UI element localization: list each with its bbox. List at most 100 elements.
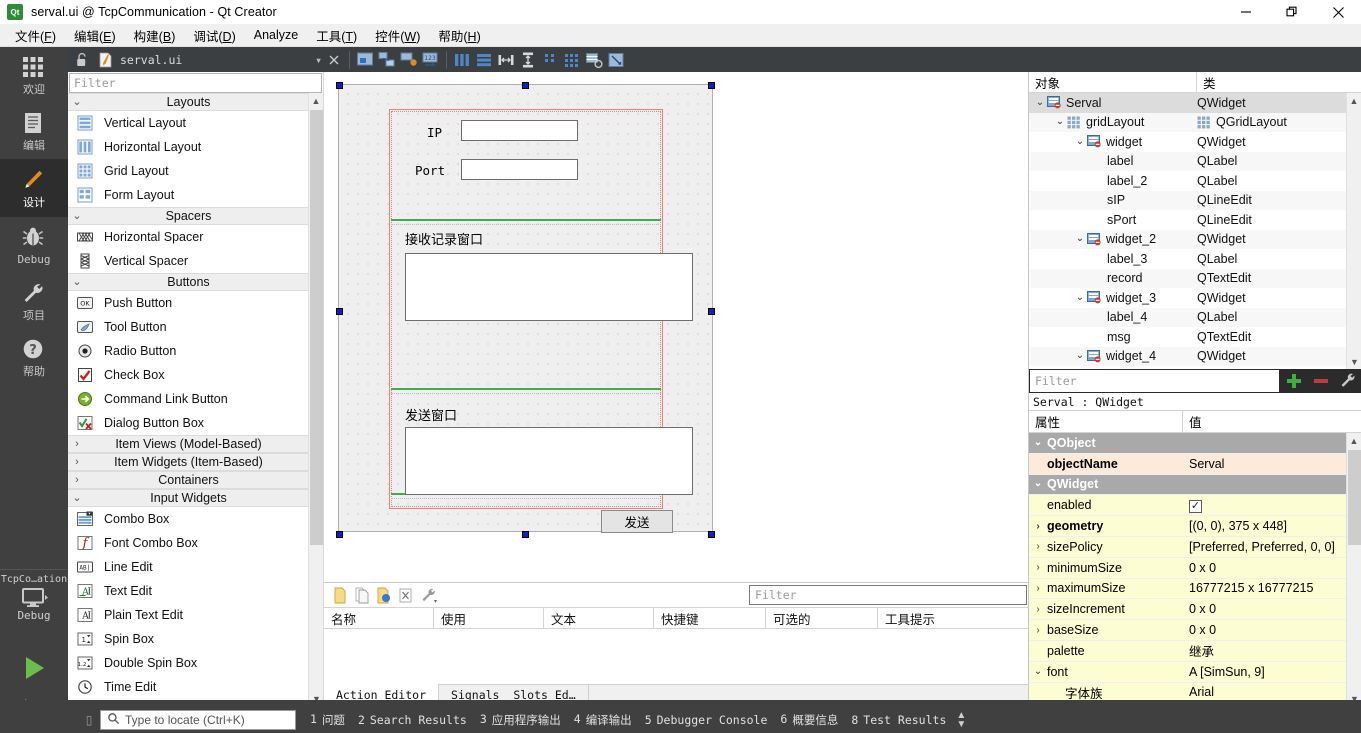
object-tree-row[interactable]: label_2 QLabel [1029, 171, 1347, 191]
property-row[interactable]: › geometry [(0, 0), 375 x 448] [1029, 516, 1347, 537]
paste-action-icon[interactable] [374, 585, 394, 605]
form-label-port[interactable]: Port [415, 163, 445, 178]
settings-icon[interactable] [418, 585, 438, 605]
output-pane-updown-icon[interactable]: ▲ ▼ [956, 710, 966, 729]
resize-handle-n[interactable] [522, 82, 529, 89]
edit-buddies-icon[interactable] [399, 50, 419, 70]
widget-item-spin-box[interactable]: 1 Spin Box [68, 627, 309, 651]
action-editor-filter-input[interactable]: Filter [749, 585, 1027, 605]
form-widget-serval[interactable]: IP Port 接收记录窗口 发送窗口 发送 [338, 84, 713, 533]
mode-edit[interactable]: 编辑 [0, 103, 68, 159]
widget-group-item-views-model-based[interactable]: › Item Views (Model-Based) [68, 435, 309, 453]
edit-tab-order-icon[interactable]: 123 [421, 50, 441, 70]
object-tree-row[interactable]: ⌄ gridLayout QGridLayout [1029, 112, 1347, 132]
object-tree-row[interactable]: record QTextEdit [1029, 268, 1347, 288]
output-pane-button[interactable]: 5 Debugger Console [645, 713, 768, 727]
property-value-cell[interactable]: Arial [1183, 685, 1347, 699]
scroll-up-icon[interactable]: ▲ [1347, 93, 1361, 108]
sidebar-toggle-icon[interactable]: ▯ [78, 713, 100, 727]
property-value-cell[interactable]: 16777215 x 16777215 [1183, 581, 1347, 595]
resize-handle-s[interactable] [522, 531, 529, 538]
resize-handle-ne[interactable] [708, 82, 715, 89]
object-tree-row[interactable]: label QLabel [1029, 151, 1347, 171]
action-column-header[interactable]: 名称 [324, 608, 434, 628]
widget-item-combo-box[interactable]: Combo Box [68, 507, 309, 531]
output-pane-button[interactable]: 4 编译输出 [574, 712, 632, 728]
form-lineedit-sport[interactable] [461, 159, 578, 180]
property-row[interactable]: ⌄ font A [SimSun, 9] [1029, 661, 1347, 683]
form-textedit-record[interactable] [405, 253, 693, 321]
object-tree-row[interactable]: sIP QLineEdit [1029, 190, 1347, 210]
column-header-class[interactable]: 类 [1197, 72, 1361, 92]
layout-splitter-vertical-icon[interactable] [518, 50, 538, 70]
object-tree-row[interactable]: sPort QLineEdit [1029, 210, 1347, 230]
layout-form-icon[interactable] [540, 50, 560, 70]
chevron-down-icon[interactable]: ⌄ [1031, 437, 1045, 447]
widget-item-push-button[interactable]: OK Push Button [68, 291, 309, 315]
chevron-down-icon[interactable]: ⌄ [1073, 234, 1087, 244]
property-row[interactable]: ⌄ QWidget [1029, 474, 1347, 496]
minimize-button[interactable] [1223, 0, 1269, 24]
widget-item-double-spin-box[interactable]: 1.2 Double Spin Box [68, 651, 309, 675]
layout-horizontal-icon[interactable] [452, 50, 472, 70]
menu-w[interactable]: 控件(W) [366, 24, 429, 47]
widget-group-layouts[interactable]: ⌄ Layouts [68, 93, 309, 111]
enabled-checkbox[interactable]: ✓ [1189, 499, 1202, 513]
copy-action-icon[interactable] [352, 585, 372, 605]
widget-group-spacers[interactable]: ⌄ Spacers [68, 207, 309, 225]
property-value-cell[interactable]: 0 x 0 [1183, 602, 1347, 616]
widget-item-time-edit[interactable]: Time Edit [68, 675, 309, 699]
action-editor-list[interactable] [324, 629, 1028, 684]
chevron-right-icon[interactable]: › [1031, 604, 1045, 615]
property-value-cell[interactable]: 0 x 0 [1183, 561, 1347, 575]
object-tree-row[interactable]: ⌄ widget_3 QWidget [1029, 288, 1347, 308]
scrollbar-thumb[interactable] [310, 110, 323, 545]
property-value-cell[interactable]: A [SimSun, 9] [1183, 665, 1347, 679]
new-action-icon[interactable] [330, 585, 350, 605]
close-icon[interactable] [324, 50, 344, 70]
chevron-right-icon[interactable]: › [1031, 583, 1045, 594]
object-tree-row[interactable]: ⌄ widget QWidget [1029, 132, 1347, 152]
widget-item-check-box[interactable]: Check Box [68, 363, 309, 387]
edit-signals-slots-icon[interactable] [377, 50, 397, 70]
chevron-down-icon[interactable]: ⌄ [1073, 351, 1087, 361]
widget-group-input-widgets[interactable]: ⌄ Input Widgets [68, 489, 309, 507]
widget-item-horizontal-layout[interactable]: Horizontal Layout [68, 135, 309, 159]
layout-splitter-horizontal-icon[interactable] [496, 50, 516, 70]
close-button[interactable] [1315, 0, 1361, 24]
property-value-cell[interactable]: Serval [1183, 457, 1347, 471]
form-button-send[interactable]: 发送 [601, 510, 673, 533]
property-row[interactable]: palette 继承 [1029, 640, 1347, 662]
output-pane-button[interactable]: 6 概要信息 [780, 712, 838, 728]
restore-button[interactable] [1269, 0, 1315, 24]
widget-group-containers[interactable]: › Containers [68, 471, 309, 489]
chevron-down-icon[interactable]: ⌄ [1073, 136, 1087, 146]
mode-help[interactable]: ? 帮助 [0, 329, 68, 385]
widget-item-form-layout[interactable]: Form Layout [68, 183, 309, 207]
form-label-ip[interactable]: IP [427, 125, 442, 140]
menu-d[interactable]: 调试(D) [184, 24, 244, 47]
form-textedit-msg[interactable] [405, 427, 693, 495]
widget-item-horizontal-spacer[interactable]: Horizontal Spacer [68, 225, 309, 249]
resize-handle-sw[interactable] [336, 531, 343, 538]
column-header-value[interactable]: 值 [1183, 411, 1361, 432]
widget-item-text-edit[interactable]: A I Text Edit [68, 579, 309, 603]
chevron-down-icon[interactable]: ⌄ [1031, 666, 1045, 676]
adjust-size-icon[interactable] [606, 50, 626, 70]
menu-t[interactable]: 工具(T) [307, 24, 366, 47]
chevron-down-icon[interactable]: ⌄ [1053, 117, 1067, 127]
object-tree-row[interactable]: label_4 QLabel [1029, 307, 1347, 327]
mode-projects[interactable]: 项目 [0, 273, 68, 329]
open-documents-combo[interactable]: serval.ui ▾ [94, 49, 322, 71]
property-scrollbar[interactable]: ▲ ▼ [1346, 433, 1361, 706]
menu-analyze[interactable]: Analyze [245, 26, 307, 44]
resize-handle-e[interactable] [708, 308, 715, 315]
run-button[interactable] [0, 647, 68, 691]
property-row[interactable]: › maximumSize 16777215 x 16777215 [1029, 578, 1347, 600]
mode-welcome[interactable]: 欢迎 [0, 47, 68, 103]
resize-handle-w[interactable] [336, 308, 343, 315]
wrench-icon[interactable] [1334, 369, 1361, 393]
mode-debug[interactable]: Debug [0, 217, 68, 273]
output-pane-button[interactable]: 3 应用程序输出 [480, 712, 561, 728]
widget-box-filter-input[interactable]: Filter [69, 73, 322, 93]
